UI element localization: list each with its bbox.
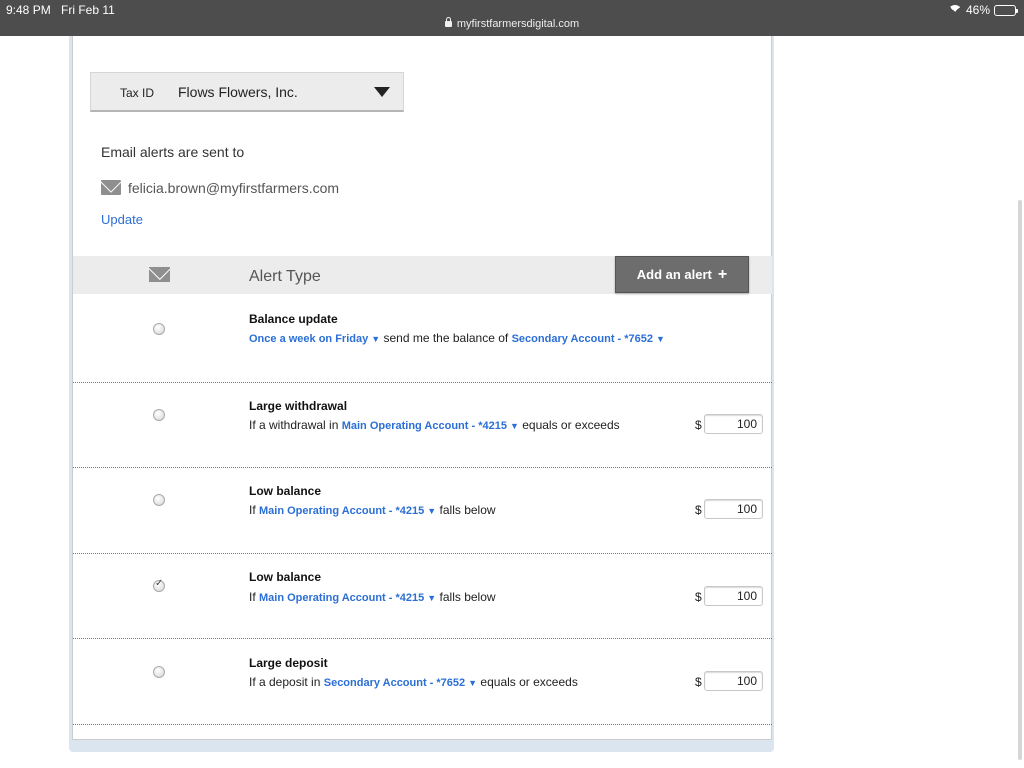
alert-description: Once a week on Friday ▼ send me the balan… xyxy=(249,331,665,345)
alert-row: Low balance If Main Operating Account - … xyxy=(73,554,772,639)
account-dropdown[interactable]: Secondary Account - *7652 ▼ xyxy=(324,677,477,689)
caret-down-icon: ▼ xyxy=(427,593,437,603)
account-dropdown[interactable]: Main Operating Account - *4215 ▼ xyxy=(259,505,436,517)
amount-input[interactable] xyxy=(704,414,763,434)
tax-id-value: Flows Flowers, Inc. xyxy=(178,83,298,100)
alert-title: Balance update xyxy=(249,312,338,326)
alert-table-header: Alert Type Add an alert + xyxy=(73,256,772,294)
status-bar: 9:48 PM Fri Feb 11 myfirstfarmersdigital… xyxy=(0,0,1024,36)
alerts-card: Tax ID Flows Flowers, Inc. Email alerts … xyxy=(72,36,772,740)
alert-select-radio[interactable] xyxy=(153,409,165,421)
alert-select-radio[interactable] xyxy=(153,323,165,335)
alert-select-radio[interactable] xyxy=(153,666,165,678)
amount-input[interactable] xyxy=(704,586,763,606)
alert-description: If Main Operating Account - *4215 ▼ falls… xyxy=(249,503,496,517)
alert-title: Low balance xyxy=(249,484,322,498)
battery-icon xyxy=(994,4,1018,16)
tax-id-select[interactable]: Tax ID Flows Flowers, Inc. xyxy=(90,72,404,112)
currency-symbol: $ xyxy=(695,503,702,517)
caret-down-icon: ▼ xyxy=(509,421,519,431)
envelope-icon xyxy=(149,267,170,282)
alert-type-header: Alert Type xyxy=(249,268,321,285)
alert-row: Large deposit If a deposit in Secondary … xyxy=(73,639,772,725)
add-alert-label: Add an alert xyxy=(636,267,712,282)
address-bar[interactable]: myfirstfarmersdigital.com xyxy=(0,17,1024,30)
envelope-icon xyxy=(101,180,121,195)
plus-icon: + xyxy=(717,265,728,283)
account-dropdown[interactable]: Secondary Account - *7652 ▼ xyxy=(512,333,665,345)
alert-description: If Main Operating Account - *4215 ▼ falls… xyxy=(249,590,496,604)
alert-title: Large withdrawal xyxy=(249,399,348,413)
url-text: myfirstfarmersdigital.com xyxy=(456,18,580,30)
alert-select-radio[interactable] xyxy=(153,494,165,506)
email-alerts-heading: Email alerts are sent to xyxy=(101,144,245,160)
currency-symbol: $ xyxy=(695,675,702,689)
chevron-down-icon xyxy=(374,87,390,97)
email-address: felicia.brown@myfirstfarmers.com xyxy=(128,180,340,196)
currency-symbol: $ xyxy=(695,590,702,604)
caret-down-icon: ▼ xyxy=(371,334,381,344)
status-time: 9:48 PM xyxy=(6,3,51,17)
update-email-link[interactable]: Update xyxy=(101,212,143,227)
caret-down-icon: ▼ xyxy=(468,678,478,688)
amount-input[interactable] xyxy=(704,671,763,691)
amount-input[interactable] xyxy=(704,499,763,519)
alert-title: Large deposit xyxy=(249,656,328,670)
frequency-dropdown[interactable]: Once a week on Friday ▼ xyxy=(249,333,380,345)
account-dropdown[interactable]: Main Operating Account - *4215 ▼ xyxy=(342,420,519,432)
alert-select-radio[interactable] xyxy=(153,578,165,592)
account-dropdown[interactable]: Main Operating Account - *4215 ▼ xyxy=(259,592,436,604)
status-indicators: 46% xyxy=(947,3,1018,17)
alert-title: Low balance xyxy=(249,570,322,584)
currency-symbol: $ xyxy=(695,418,702,432)
alert-description: If a withdrawal in Main Operating Accoun… xyxy=(249,418,620,432)
alert-row: Large withdrawal If a withdrawal in Main… xyxy=(73,383,772,468)
caret-down-icon: ▼ xyxy=(656,334,665,344)
tax-id-label: Tax ID xyxy=(120,86,155,100)
status-date: Fri Feb 11 xyxy=(61,3,115,17)
wifi-icon xyxy=(947,5,962,15)
alert-description: If a deposit in Secondary Account - *765… xyxy=(249,675,578,689)
add-alert-button[interactable]: Add an alert + xyxy=(615,256,749,293)
alert-row: Balance update Once a week on Friday ▼ se… xyxy=(73,294,772,383)
alert-row: Low balance If Main Operating Account - … xyxy=(73,468,772,554)
caret-down-icon: ▼ xyxy=(427,506,437,516)
battery-percent: 46% xyxy=(965,3,990,17)
page-scrollbar[interactable] xyxy=(1018,200,1022,760)
lock-icon xyxy=(444,17,452,27)
